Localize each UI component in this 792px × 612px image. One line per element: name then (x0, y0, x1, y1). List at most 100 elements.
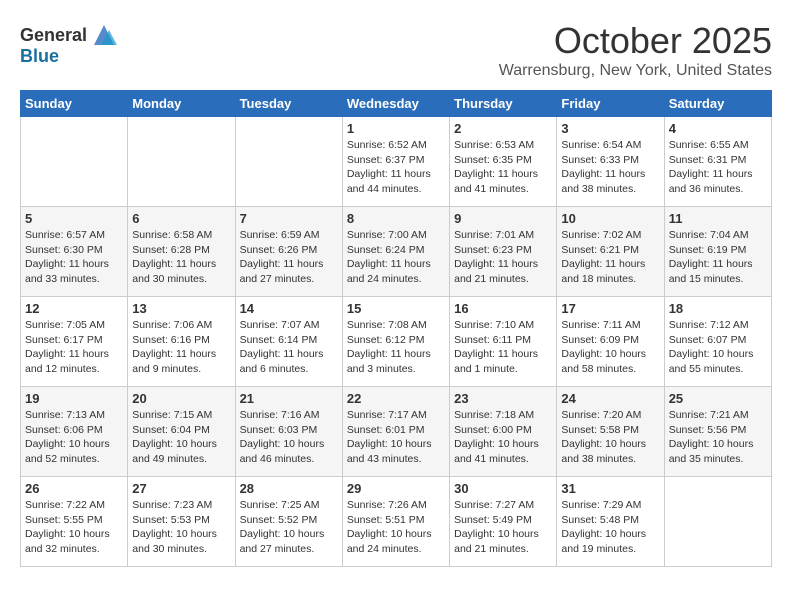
month-title: October 2025 (499, 20, 772, 62)
calendar-cell-1-4: 1Sunrise: 6:52 AM Sunset: 6:37 PM Daylig… (342, 117, 449, 207)
day-info: Sunrise: 7:21 AM Sunset: 5:56 PM Dayligh… (669, 408, 767, 467)
calendar-cell-2-6: 10 Sunrise: 7:02 AM Sunset: 6:21 PM Dayli… (557, 207, 664, 297)
calendar-cell-2-7: 11Sunrise: 7:04 AM Sunset: 6:19 PM Dayli… (664, 207, 771, 297)
calendar-cell-3-4: 15 Sunrise: 7:08 AM Sunset: 6:12 PM Dayli… (342, 297, 449, 387)
day-number: 8 (347, 211, 445, 226)
day-info: Sunrise: 6:57 AM Sunset: 6:30 PM Dayligh… (25, 228, 123, 287)
day-number: 2 (454, 121, 552, 136)
day-info: Sunrise: 6:55 AM Sunset: 6:31 PM Dayligh… (669, 138, 767, 197)
header-monday: Monday (128, 91, 235, 117)
calendar-cell-5-2: 27Sunrise: 7:23 AM Sunset: 5:53 PM Dayli… (128, 477, 235, 567)
day-info: Sunrise: 7:13 AM Sunset: 6:06 PM Dayligh… (25, 408, 123, 467)
calendar-cell-4-6: 24 Sunrise: 7:20 AM Sunset: 5:58 PM Dayli… (557, 387, 664, 477)
day-info: Sunrise: 7:05 AM Sunset: 6:17 PM Dayligh… (25, 318, 123, 377)
day-number: 10 (561, 211, 659, 226)
calendar-week-3: 12 Sunrise: 7:05 AM Sunset: 6:17 PM Dayli… (21, 297, 772, 387)
day-info: Sunrise: 7:11 AM Sunset: 6:09 PM Dayligh… (561, 318, 659, 377)
day-number: 15 (347, 301, 445, 316)
day-info: Sunrise: 7:17 AM Sunset: 6:01 PM Dayligh… (347, 408, 445, 467)
calendar-cell-3-7: 18 Sunrise: 7:12 AM Sunset: 6:07 PM Dayli… (664, 297, 771, 387)
day-info: Sunrise: 7:22 AM Sunset: 5:55 PM Dayligh… (25, 498, 123, 557)
calendar-cell-2-4: 8 Sunrise: 7:00 AM Sunset: 6:24 PM Daylig… (342, 207, 449, 297)
calendar-cell-5-5: 30 Sunrise: 7:27 AM Sunset: 5:49 PM Dayli… (450, 477, 557, 567)
day-info: Sunrise: 7:18 AM Sunset: 6:00 PM Dayligh… (454, 408, 552, 467)
calendar-cell-4-7: 25 Sunrise: 7:21 AM Sunset: 5:56 PM Dayli… (664, 387, 771, 477)
calendar-cell-4-1: 19 Sunrise: 7:13 AM Sunset: 6:06 PM Dayli… (21, 387, 128, 477)
day-info: Sunrise: 7:02 AM Sunset: 6:21 PM Dayligh… (561, 228, 659, 287)
day-number: 25 (669, 391, 767, 406)
day-number: 28 (240, 481, 338, 496)
calendar-cell-3-3: 14Sunrise: 7:07 AM Sunset: 6:14 PM Dayli… (235, 297, 342, 387)
calendar-cell-2-2: 6 Sunrise: 6:58 AM Sunset: 6:28 PM Daylig… (128, 207, 235, 297)
day-info: Sunrise: 6:52 AM Sunset: 6:37 PM Dayligh… (347, 138, 445, 197)
day-info: Sunrise: 7:08 AM Sunset: 6:12 PM Dayligh… (347, 318, 445, 377)
header-wednesday: Wednesday (342, 91, 449, 117)
calendar-week-4: 19 Sunrise: 7:13 AM Sunset: 6:06 PM Dayli… (21, 387, 772, 477)
day-number: 21 (240, 391, 338, 406)
day-info: Sunrise: 7:29 AM Sunset: 5:48 PM Dayligh… (561, 498, 659, 557)
day-number: 31 (561, 481, 659, 496)
calendar-cell-3-1: 12 Sunrise: 7:05 AM Sunset: 6:17 PM Dayli… (21, 297, 128, 387)
day-info: Sunrise: 7:12 AM Sunset: 6:07 PM Dayligh… (669, 318, 767, 377)
day-number: 6 (132, 211, 230, 226)
calendar-week-5: 26 Sunrise: 7:22 AM Sunset: 5:55 PM Dayli… (21, 477, 772, 567)
header-saturday: Saturday (664, 91, 771, 117)
header-thursday: Thursday (450, 91, 557, 117)
calendar-cell-1-1 (21, 117, 128, 207)
calendar-cell-3-2: 13 Sunrise: 7:06 AM Sunset: 6:16 PM Dayli… (128, 297, 235, 387)
day-number: 26 (25, 481, 123, 496)
day-info: Sunrise: 7:07 AM Sunset: 6:14 PM Dayligh… (240, 318, 338, 377)
day-number: 18 (669, 301, 767, 316)
day-info: Sunrise: 7:15 AM Sunset: 6:04 PM Dayligh… (132, 408, 230, 467)
calendar-cell-5-3: 28 Sunrise: 7:25 AM Sunset: 5:52 PM Dayli… (235, 477, 342, 567)
day-number: 5 (25, 211, 123, 226)
day-number: 7 (240, 211, 338, 226)
day-number: 23 (454, 391, 552, 406)
day-info: Sunrise: 7:16 AM Sunset: 6:03 PM Dayligh… (240, 408, 338, 467)
header-sunday: Sunday (21, 91, 128, 117)
day-number: 17 (561, 301, 659, 316)
day-info: Sunrise: 7:27 AM Sunset: 5:49 PM Dayligh… (454, 498, 552, 557)
day-number: 13 (132, 301, 230, 316)
day-number: 30 (454, 481, 552, 496)
header-tuesday: Tuesday (235, 91, 342, 117)
day-info: Sunrise: 7:26 AM Sunset: 5:51 PM Dayligh… (347, 498, 445, 557)
calendar-cell-5-7 (664, 477, 771, 567)
calendar-cell-1-6: 3 Sunrise: 6:54 AM Sunset: 6:33 PM Daylig… (557, 117, 664, 207)
day-number: 24 (561, 391, 659, 406)
day-number: 29 (347, 481, 445, 496)
calendar-cell-1-2 (128, 117, 235, 207)
calendar-cell-3-5: 16Sunrise: 7:10 AM Sunset: 6:11 PM Dayli… (450, 297, 557, 387)
day-info: Sunrise: 7:04 AM Sunset: 6:19 PM Dayligh… (669, 228, 767, 287)
calendar-cell-1-3 (235, 117, 342, 207)
calendar-cell-4-3: 21 Sunrise: 7:16 AM Sunset: 6:03 PM Dayli… (235, 387, 342, 477)
calendar-cell-2-1: 5 Sunrise: 6:57 AM Sunset: 6:30 PM Daylig… (21, 207, 128, 297)
day-info: Sunrise: 7:06 AM Sunset: 6:16 PM Dayligh… (132, 318, 230, 377)
day-info: Sunrise: 6:58 AM Sunset: 6:28 PM Dayligh… (132, 228, 230, 287)
calendar-cell-5-1: 26 Sunrise: 7:22 AM Sunset: 5:55 PM Dayli… (21, 477, 128, 567)
calendar-cell-5-6: 31 Sunrise: 7:29 AM Sunset: 5:48 PM Dayli… (557, 477, 664, 567)
logo-general-text: General (20, 25, 87, 46)
header-friday: Friday (557, 91, 664, 117)
logo-icon (89, 20, 119, 50)
day-info: Sunrise: 7:25 AM Sunset: 5:52 PM Dayligh… (240, 498, 338, 557)
page-header: General Blue October 2025 Warrensburg, N… (20, 20, 772, 80)
day-info: Sunrise: 6:59 AM Sunset: 6:26 PM Dayligh… (240, 228, 338, 287)
calendar-cell-2-3: 7 Sunrise: 6:59 AM Sunset: 6:26 PM Daylig… (235, 207, 342, 297)
day-info: Sunrise: 6:54 AM Sunset: 6:33 PM Dayligh… (561, 138, 659, 197)
day-number: 3 (561, 121, 659, 136)
day-info: Sunrise: 7:10 AM Sunset: 6:11 PM Dayligh… (454, 318, 552, 377)
day-number: 12 (25, 301, 123, 316)
day-info: Sunrise: 7:01 AM Sunset: 6:23 PM Dayligh… (454, 228, 552, 287)
day-number: 19 (25, 391, 123, 406)
logo-blue-text: Blue (20, 46, 59, 67)
calendar-cell-3-6: 17 Sunrise: 7:11 AM Sunset: 6:09 PM Dayli… (557, 297, 664, 387)
logo: General Blue (20, 20, 119, 67)
calendar-cell-5-4: 29 Sunrise: 7:26 AM Sunset: 5:51 PM Dayli… (342, 477, 449, 567)
calendar-cell-2-5: 9Sunrise: 7:01 AM Sunset: 6:23 PM Daylig… (450, 207, 557, 297)
day-info: Sunrise: 7:20 AM Sunset: 5:58 PM Dayligh… (561, 408, 659, 467)
title-block: October 2025 Warrensburg, New York, Unit… (499, 20, 772, 80)
calendar-cell-1-7: 4Sunrise: 6:55 AM Sunset: 6:31 PM Daylig… (664, 117, 771, 207)
location-text: Warrensburg, New York, United States (499, 62, 772, 80)
day-info: Sunrise: 7:00 AM Sunset: 6:24 PM Dayligh… (347, 228, 445, 287)
